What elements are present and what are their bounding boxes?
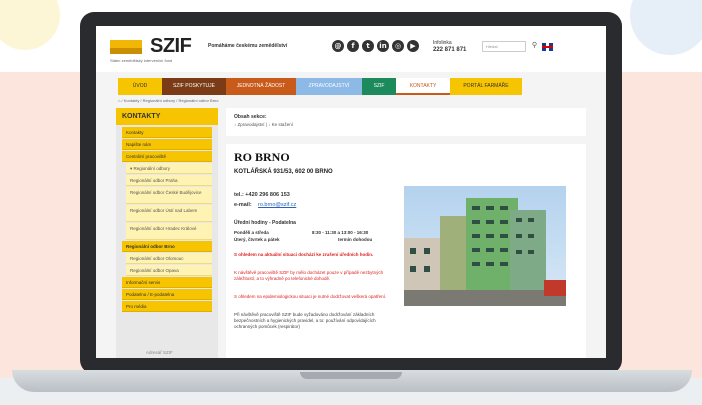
search-icon[interactable]: ⚲ xyxy=(530,41,539,52)
email-label: e-mail: xyxy=(234,202,252,208)
logo-text[interactable]: SZIF xyxy=(150,35,192,58)
sidebar-title: KONTAKTY xyxy=(116,108,218,125)
sidebar-item[interactable]: Regionální odbor Hradec Králové xyxy=(126,223,212,240)
notice-text: K návštěvě pracoviště SZIF by mělo dochá… xyxy=(234,270,384,281)
facebook-icon[interactable]: f xyxy=(347,40,359,52)
nav-item[interactable]: SZIF xyxy=(362,78,396,95)
body-paragraph: Při návštěvě pracoviště SZIF bude vyžado… xyxy=(234,312,376,329)
sidebar-item[interactable]: Kontakty xyxy=(122,127,212,138)
building-photo xyxy=(404,186,566,306)
english-flag-icon[interactable] xyxy=(542,43,553,51)
site-header: SZIF Státní zemědělský intervenční fond … xyxy=(96,26,606,72)
section-label: Obsah sekce: xyxy=(234,114,267,120)
hours-title: Úřední hodiny - Podatelna xyxy=(234,220,296,226)
page-title: RO BRNO xyxy=(234,150,290,164)
tagline: Pomáháme českému zemědělství xyxy=(208,43,288,49)
breadcrumb: ⌂ / Kontakty / Regionální odbory / Regio… xyxy=(118,98,219,103)
hours-days-2: Úterý, čtvrtek a pátek xyxy=(234,237,280,242)
sidebar-item[interactable]: ▾ Regionální odbory xyxy=(126,163,212,174)
section-links[interactable]: ↓ Zpravodajství | ↓ Ke stažení xyxy=(234,122,293,127)
infolinka-number[interactable]: 222 871 871 xyxy=(433,47,466,53)
phone: tel.: +420 296 806 153 xyxy=(234,192,290,198)
sidebar-item[interactable]: Regionální odbor Brno xyxy=(122,241,212,252)
laptop-notch xyxy=(300,372,402,379)
hours-days-1: Pondělí a středa xyxy=(234,230,269,235)
sidebar-item[interactable]: Regionální odbor Ústí nad Labem xyxy=(126,205,212,222)
email-link[interactable]: ro.brno@szif.cz xyxy=(258,202,296,208)
sidebar-item[interactable]: Regionální odbor Olomouc xyxy=(126,253,212,264)
browser-screen: SZIF Státní zemědělský intervenční fond … xyxy=(96,26,606,358)
linkedin-icon[interactable]: in xyxy=(377,40,389,52)
main-content: Obsah sekce: ↓ Zpravodajství | ↓ Ke staž… xyxy=(226,108,586,358)
hours-time-1: 8:30 - 11:30 a 13:00 - 16:30 xyxy=(312,230,369,235)
sidebar-item[interactable]: Regionální odbor Praha xyxy=(126,175,212,186)
logo-mark-shade xyxy=(110,48,142,54)
address: KOTLÁŘSKÁ 931/53, 602 00 BRNO xyxy=(234,169,333,175)
sidebar-item[interactable]: Napište nám xyxy=(122,139,212,150)
logo-subtitle: Státní zemědělský intervenční fond xyxy=(110,58,173,63)
hours-time-2: termín dohodou xyxy=(338,237,373,242)
twitter-icon[interactable]: t xyxy=(362,40,374,52)
nav-item[interactable]: JEDNOTNÁ ŽÁDOST xyxy=(226,78,296,95)
youtube-icon[interactable]: ▶ xyxy=(407,40,419,52)
nav-item[interactable]: PORTÁL FARMÁŘE xyxy=(450,78,522,95)
mail-icon[interactable]: @ xyxy=(332,40,344,52)
infolinka-label: Infolinka xyxy=(433,40,452,46)
nav-item[interactable]: ÚVOD xyxy=(118,78,162,95)
nav-item[interactable]: KONTAKTY xyxy=(396,78,450,95)
notice-text: S ohledem na epidemiologickou situaci je… xyxy=(234,294,387,299)
main-navigation: ÚVOD SZIF POSKYTUJE JEDNOTNÁ ŽÁDOST ZPRAVOD… xyxy=(118,78,522,95)
sidebar-item[interactable]: Informační servis xyxy=(122,277,212,288)
sidebar-footer-link[interactable]: Adresář SZIF xyxy=(146,350,173,355)
sidebar-item[interactable]: Pro média xyxy=(122,301,212,312)
instagram-icon[interactable]: ◎ xyxy=(392,40,404,52)
nav-item[interactable]: SZIF POSKYTUJE xyxy=(162,78,226,95)
sidebar-item[interactable]: Centrální pracoviště xyxy=(122,151,212,162)
sidebar: KONTAKTY Kontakty Napište nám Centrální pr… xyxy=(116,108,218,358)
nav-item[interactable]: ZPRAVODAJSTVÍ xyxy=(296,78,362,95)
notice-text: S ohledem na aktuální situaci dochází ke… xyxy=(234,252,374,257)
sidebar-item[interactable]: Regionální odbor Opava xyxy=(126,265,212,276)
sidebar-item[interactable]: Regionální odbor České Budějovice xyxy=(126,187,212,204)
content-divider xyxy=(226,136,586,144)
sidebar-item[interactable]: Podatelna / E-podatelna xyxy=(122,289,212,300)
search-input[interactable]: Hledat xyxy=(482,41,526,52)
